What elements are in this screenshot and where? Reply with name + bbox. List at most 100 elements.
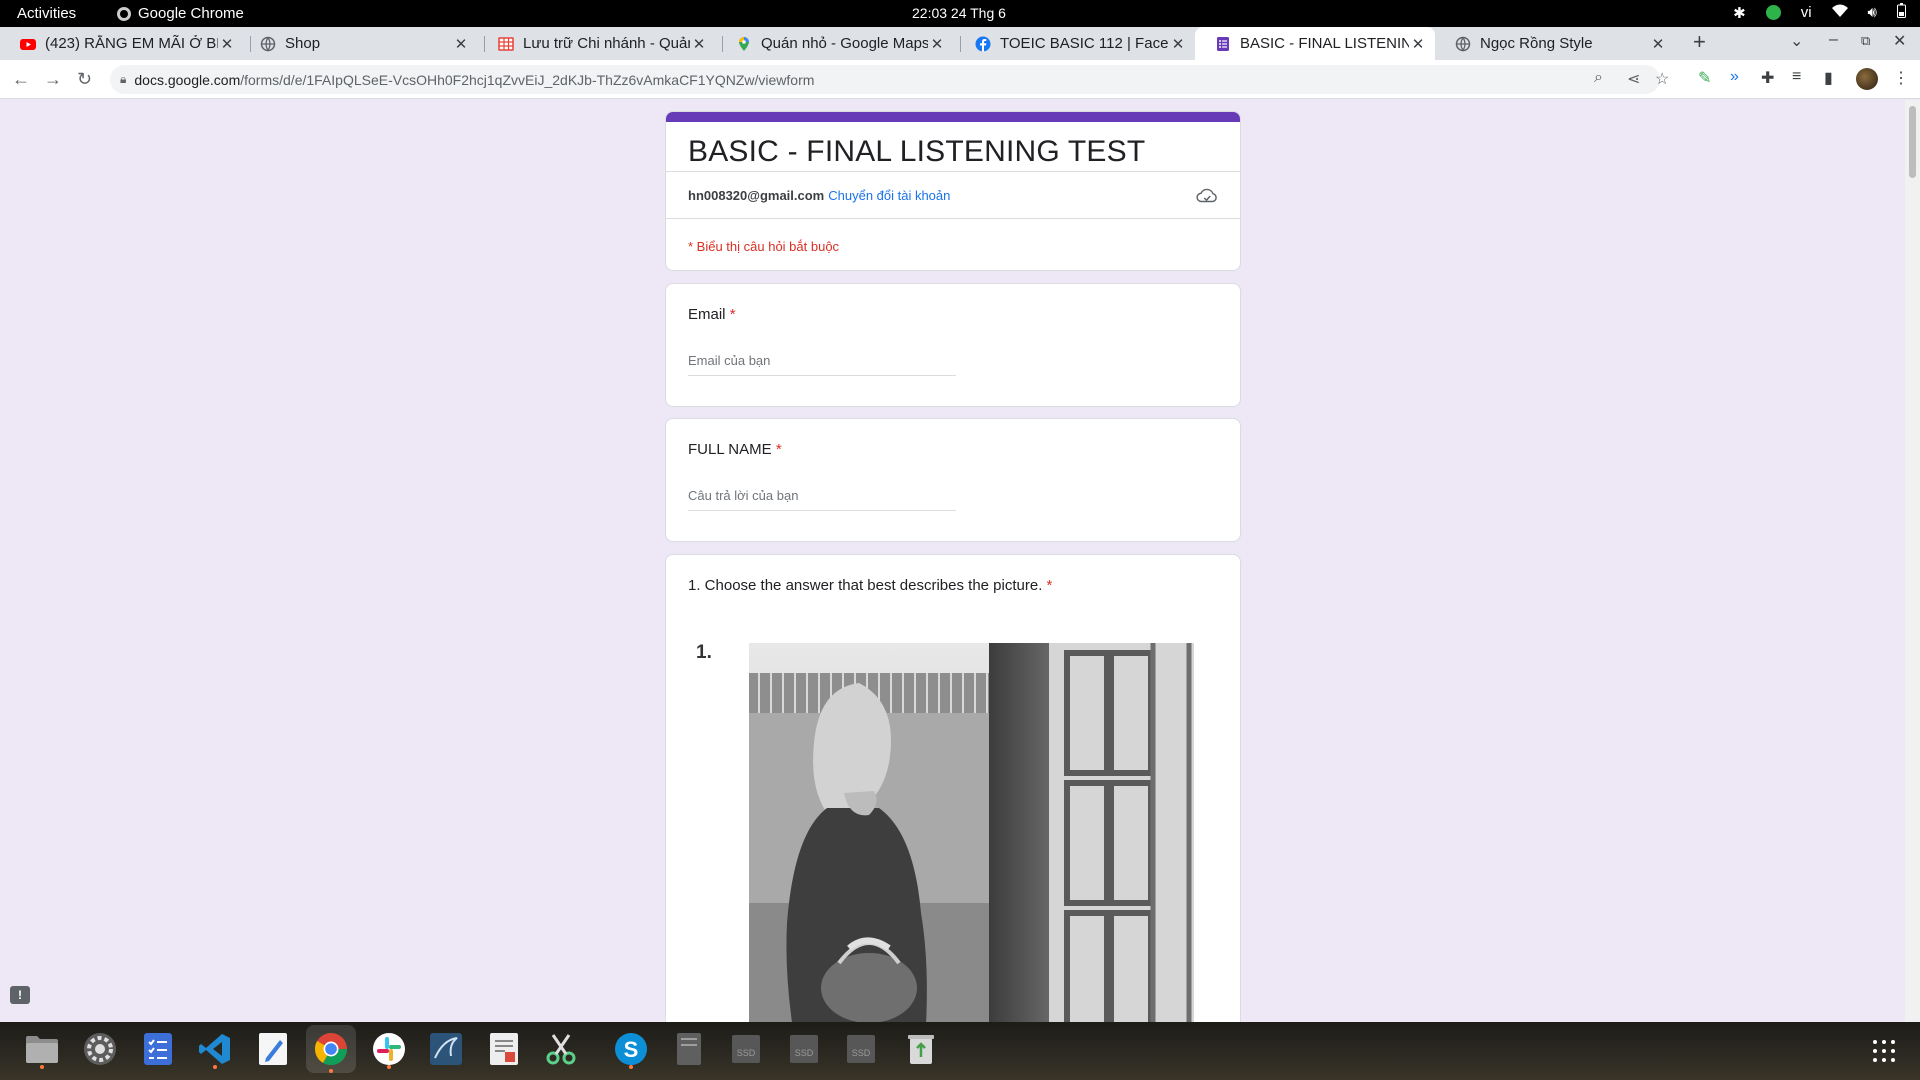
close-tab-icon[interactable]: ✕ — [452, 35, 470, 53]
close-tab-icon[interactable]: ✕ — [218, 35, 236, 53]
form-page: BASIC - FINAL LISTENING TEST hn008320@gm… — [0, 100, 1920, 1022]
new-tab-button[interactable]: + — [1693, 29, 1706, 55]
address-bar[interactable]: 🔒︎ docs.google.com/forms/d/e/1FAIpQLSeE-… — [110, 65, 1669, 94]
account-email: hn008320@gmail.com — [688, 187, 825, 203]
question-label: Email * — [688, 306, 736, 323]
slack-tray-icon[interactable]: ✱ — [1733, 4, 1746, 22]
youtube-icon — [20, 38, 36, 50]
facebook-icon — [975, 36, 991, 51]
lock-icon[interactable]: 🔒︎ — [120, 72, 126, 87]
question-label: 1. Choose the answer that best describes… — [688, 577, 1053, 594]
tab-title: TOEIC BASIC 112 | Facebook — [1000, 35, 1169, 52]
tab-search-icon[interactable]: ⌄ — [1790, 31, 1803, 51]
media-queue-icon[interactable]: ≡ — [1792, 68, 1801, 86]
switch-account-link[interactable]: Chuyển đổi tài khoản — [828, 188, 950, 203]
close-tab-icon[interactable]: ✕ — [690, 35, 708, 53]
question-label: FULL NAME * — [688, 441, 782, 458]
system-top-bar: Activities Google Chrome 22:03 24 Thg 6 … — [0, 0, 1920, 27]
vscode-icon[interactable] — [195, 1029, 235, 1069]
form-title: BASIC - FINAL LISTENING TEST — [688, 135, 1146, 168]
bookmark-star-icon[interactable]: ☆ — [1655, 69, 1669, 89]
trash-icon[interactable] — [901, 1029, 941, 1069]
svg-text:SSD: SSD — [795, 1048, 814, 1058]
reload-icon[interactable]: ↻ — [77, 69, 92, 90]
close-tab-icon[interactable]: ✕ — [1169, 35, 1187, 53]
clock[interactable]: 22:03 24 Thg 6 — [912, 5, 1006, 21]
report-feedback-icon[interactable]: ! — [10, 986, 30, 1004]
globe-icon — [1455, 36, 1471, 52]
close-tab-icon[interactable]: ✕ — [1649, 35, 1667, 53]
show-apps-icon[interactable] — [1873, 1040, 1895, 1062]
extensions-puzzle-icon[interactable]: ✚ — [1761, 68, 1774, 88]
tab-sheet[interactable]: Lưu trữ Chi nhánh - Quản ✕ — [478, 27, 716, 60]
app-menu[interactable]: Google Chrome — [117, 5, 244, 22]
side-panel-icon[interactable]: ▮ — [1824, 68, 1833, 88]
share-icon[interactable]: ⋖ — [1627, 69, 1640, 89]
settings-icon[interactable] — [80, 1029, 120, 1069]
running-indicator — [329, 1069, 333, 1073]
wifi-icon[interactable] — [1831, 4, 1848, 21]
tab-maps[interactable]: Quán nhỏ - Google Maps ✕ — [716, 27, 954, 60]
close-tab-icon[interactable]: ✕ — [928, 35, 946, 53]
chrome-icon[interactable] — [306, 1025, 356, 1073]
tab-shop[interactable]: Shop ✕ — [240, 27, 478, 60]
running-indicator — [629, 1065, 633, 1069]
full-name-field[interactable]: Câu trả lời của bạn — [688, 488, 956, 511]
cloud-save-icon[interactable] — [1196, 186, 1218, 206]
more-menu-icon[interactable]: ⋮ — [1893, 68, 1909, 88]
scissors-icon[interactable] — [541, 1029, 581, 1069]
ssd-drive-icon[interactable]: SSD — [726, 1029, 766, 1069]
account-row: hn008320@gmail.com Chuyển đổi tài khoản — [666, 171, 1240, 219]
chrome-icon — [117, 6, 131, 21]
tab-strip: (423) RẰNG EM MÃI Ở BÊN ✕ Shop ✕ Lưu trữ… — [0, 27, 1920, 60]
question-card-email: Email * Email của bạn — [665, 283, 1241, 407]
email-field[interactable]: Email của bạn — [688, 353, 956, 376]
mysql-workbench-icon[interactable] — [426, 1029, 466, 1069]
activities-button[interactable]: Activities — [17, 5, 76, 22]
sheet-icon — [498, 36, 514, 51]
close-window-icon[interactable]: ✕ — [1893, 31, 1906, 51]
extension-pen-icon[interactable]: ✎ — [1698, 68, 1711, 88]
slack-icon[interactable] — [369, 1029, 409, 1069]
tab-title: Ngọc Rồng Style — [1480, 35, 1593, 52]
tab-title: Shop — [285, 35, 321, 52]
ssd-drive-icon[interactable]: SSD — [841, 1029, 881, 1069]
document-viewer-icon[interactable] — [484, 1029, 524, 1069]
extension-audio-icon[interactable]: » — [1730, 68, 1739, 86]
url-text[interactable]: docs.google.com/forms/d/e/1FAIpQLSeE-Vcs… — [134, 72, 814, 88]
browser-toolbar: ← → ↻ 🔒︎ docs.google.com/forms/d/e/1FAIp… — [0, 60, 1920, 99]
svg-text:SSD: SSD — [737, 1048, 756, 1058]
page-scrollbar[interactable] — [1905, 100, 1920, 1022]
tab-ngoc-rong[interactable]: Ngọc Rồng Style ✕ — [1435, 27, 1675, 60]
volume-icon[interactable]: 🔊︎ — [1868, 4, 1877, 21]
forward-arrow-icon[interactable]: → — [44, 69, 62, 90]
tab-youtube[interactable]: (423) RẰNG EM MÃI Ở BÊN ✕ — [0, 27, 244, 60]
running-indicator — [213, 1065, 217, 1069]
skype-icon[interactable]: S — [611, 1029, 651, 1069]
system-tray[interactable]: ✱ vi 🔊︎ — [1733, 3, 1906, 22]
picture-number: 1. — [696, 642, 712, 663]
required-note: * Biểu thị câu hỏi bắt buộc — [688, 239, 840, 254]
zoom-icon[interactable]: ⌕ — [1594, 69, 1603, 87]
input-language[interactable]: vi — [1801, 4, 1812, 21]
battery-icon[interactable] — [1897, 3, 1906, 22]
close-tab-icon[interactable]: ✕ — [1409, 35, 1427, 53]
tab-title: BASIC - FINAL LISTENING — [1240, 35, 1409, 52]
ssd-drive-icon[interactable]: SSD — [784, 1029, 824, 1069]
profile-avatar[interactable] — [1856, 68, 1878, 90]
scrollbar-thumb[interactable] — [1909, 106, 1916, 178]
back-arrow-icon[interactable]: ← — [12, 69, 30, 90]
status-check-icon[interactable] — [1765, 5, 1781, 20]
tab-forms-active[interactable]: BASIC - FINAL LISTENING ✕ — [1195, 27, 1435, 60]
question-card-full-name: FULL NAME * Câu trả lời của bạn — [665, 418, 1241, 542]
drive-icon[interactable] — [669, 1029, 709, 1069]
running-indicator — [40, 1065, 44, 1069]
text-editor-icon[interactable] — [253, 1029, 293, 1069]
files-icon[interactable] — [22, 1029, 62, 1069]
question-card-1: 1. Choose the answer that best describes… — [665, 554, 1241, 1022]
tasks-icon[interactable] — [138, 1029, 178, 1069]
tab-facebook[interactable]: TOEIC BASIC 112 | Facebook ✕ — [955, 27, 1195, 60]
form-header-card: BASIC - FINAL LISTENING TEST hn008320@gm… — [665, 111, 1241, 271]
restore-icon[interactable]: ⧉ — [1861, 33, 1870, 49]
minimize-icon[interactable]: – — [1829, 31, 1838, 49]
